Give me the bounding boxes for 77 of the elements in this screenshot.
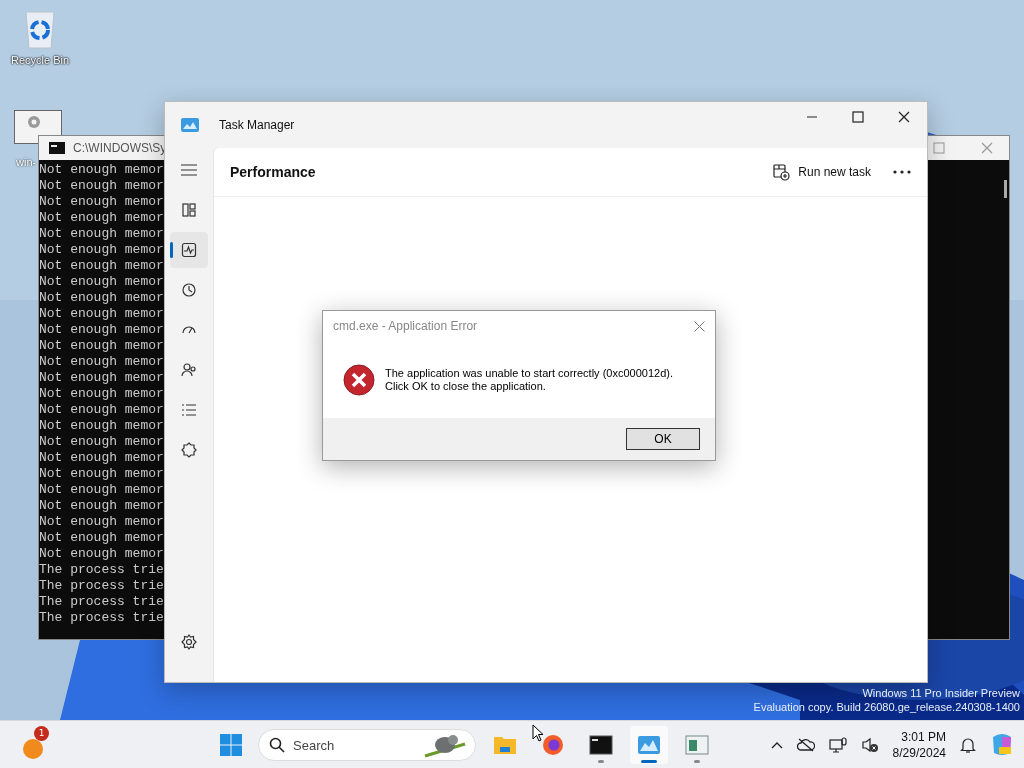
console-line: Not enough memor [39, 498, 164, 514]
console-line: Not enough memor [39, 210, 164, 226]
run-new-task-button[interactable]: Run new task [767, 159, 877, 185]
search-field[interactable]: Search [258, 729, 476, 761]
console-icon [49, 142, 65, 154]
recycle-bin-icon[interactable] [22, 8, 58, 50]
search-icon [269, 737, 285, 753]
copilot-icon[interactable] [990, 733, 1014, 757]
console-line: Not enough memor [39, 274, 164, 290]
terminal-icon [589, 734, 613, 756]
console-line: Not enough memor [39, 514, 164, 530]
console-line: Not enough memor [39, 434, 164, 450]
speaker-muted-icon[interactable] [860, 737, 879, 753]
chevron-up-icon[interactable] [770, 741, 783, 749]
folder-icon [493, 734, 517, 756]
console-line: Not enough memor [39, 418, 164, 434]
clock-date[interactable]: 8/29/2024 [892, 745, 946, 761]
window-title: C:\WINDOWS\Sy [73, 141, 167, 155]
console-line: Not enough memor [39, 338, 164, 354]
list-icon [181, 402, 197, 418]
console-line: Not enough memor [39, 546, 164, 562]
clock-time[interactable]: 3:01 PM [901, 729, 946, 745]
console-line: Not enough memor [39, 306, 164, 322]
console-line: Not enough memor [39, 258, 164, 274]
console-line: Not enough memor [39, 530, 164, 546]
error-icon [343, 363, 375, 396]
console-line: Not enough memor [39, 450, 164, 466]
close-icon[interactable] [898, 111, 910, 123]
window-title: Task Manager [219, 118, 295, 132]
nav-item[interactable] [170, 232, 208, 268]
cloud-off-icon[interactable] [796, 738, 815, 752]
console-line: Not enough memor [39, 194, 164, 210]
menu-icon[interactable] [181, 164, 197, 176]
bell-icon[interactable] [960, 736, 976, 754]
console-line: Not enough memor [39, 290, 164, 306]
console-line: Not enough memor [39, 226, 164, 242]
console-line: Not enough memor [39, 370, 164, 386]
browser-icon [541, 734, 565, 756]
console-line: The process trie [39, 594, 164, 610]
animal-icon [423, 732, 467, 758]
ok-button[interactable]: OK [626, 428, 700, 450]
start-icon[interactable] [220, 734, 242, 756]
console-line: Not enough memor [39, 162, 164, 178]
scrollbar-thumb[interactable] [1004, 180, 1007, 198]
task-manager-icon [181, 118, 199, 132]
console-line: Not enough memor [39, 322, 164, 338]
clock-icon [181, 282, 197, 298]
puzzle-icon [181, 442, 197, 458]
console-line: Not enough memor [39, 242, 164, 258]
chart-icon [637, 734, 661, 756]
watermark-text: Windows 11 Pro Insider Preview [861, 686, 1020, 700]
console-line: The process trie [39, 562, 164, 578]
settings-icon[interactable] [181, 634, 197, 650]
more-icon[interactable] [893, 170, 911, 174]
console-line: Not enough memor [39, 178, 164, 194]
console-line: Not enough memor [39, 482, 164, 498]
activity-icon [181, 242, 197, 258]
people-icon [181, 362, 197, 378]
console-line: The process trie [39, 610, 164, 626]
console-line: Not enough memor [39, 466, 164, 482]
console-line: Not enough memor [39, 386, 164, 402]
error-message: Click OK to close the application. [385, 379, 547, 393]
notification-badge: 1 [34, 725, 49, 741]
page-title: Performance [230, 164, 316, 180]
watermark-text: Evaluation copy. Build 26080.ge_release.240308-1400 [753, 700, 1020, 714]
weather-icon[interactable] [22, 737, 44, 760]
window-icon [685, 734, 709, 756]
network-icon[interactable] [828, 737, 847, 753]
maximize-icon[interactable] [852, 111, 864, 123]
dialog-title: cmd.exe - Application Error [333, 319, 478, 333]
console-line: The process trie [39, 578, 164, 594]
cursor-icon [532, 724, 544, 742]
console-line: Not enough memor [39, 354, 164, 370]
new-task-icon [773, 163, 791, 181]
tiles-icon [181, 202, 197, 218]
error-message: The application was unable to start correctly (0xc000012d). [385, 366, 673, 380]
console-line: Not enough memor [39, 402, 164, 418]
